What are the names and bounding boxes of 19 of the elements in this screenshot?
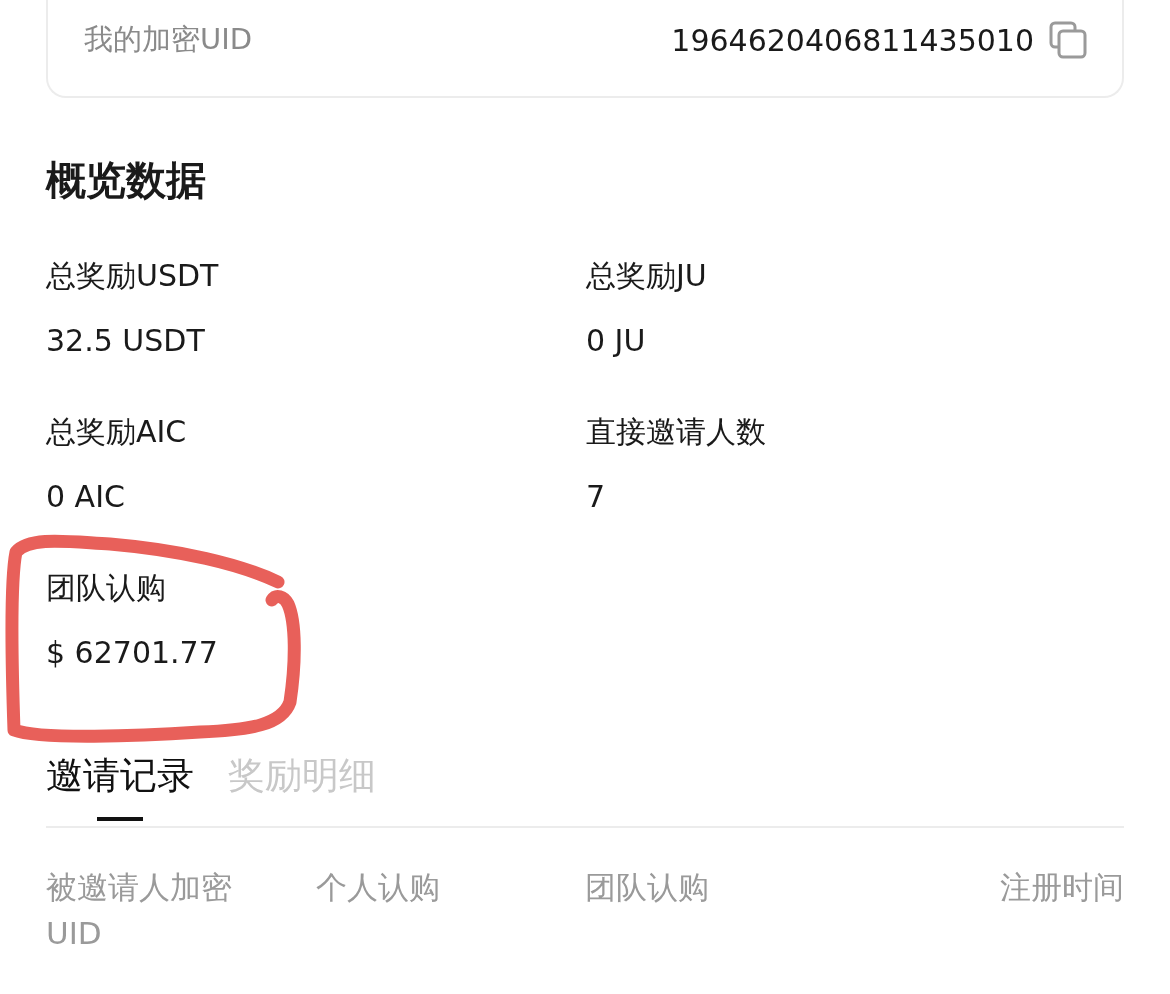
- column-header: 注册时间: [1000, 868, 1124, 907]
- uid-value: 1964620406811435010: [671, 22, 1034, 58]
- column-header: 被邀请人加密UID: [46, 868, 233, 953]
- section-title: 概览数据: [46, 156, 207, 205]
- column-header: 团队认购: [585, 868, 710, 907]
- stat-value: 7: [586, 478, 607, 516]
- stat-value: $ 62701.77: [46, 634, 219, 672]
- stat-value: 32.5 USDT: [46, 322, 206, 360]
- stat-value: 0 AIC: [46, 478, 126, 516]
- copy-icon[interactable]: [1048, 20, 1088, 60]
- stat-label: 总奖励USDT: [46, 257, 220, 295]
- column-header: 个人认购: [315, 868, 441, 907]
- stat-label: 团队认购: [46, 569, 167, 607]
- tab[interactable]: 邀请记录: [46, 751, 194, 821]
- uid-label: 我的加密UID: [84, 21, 253, 58]
- stat-value: 0 JU: [586, 322, 647, 360]
- stat-label: 直接邀请人数: [586, 413, 767, 451]
- stat-label: 总奖励AIC: [46, 413, 188, 451]
- stat-label: 总奖励JU: [586, 257, 708, 295]
